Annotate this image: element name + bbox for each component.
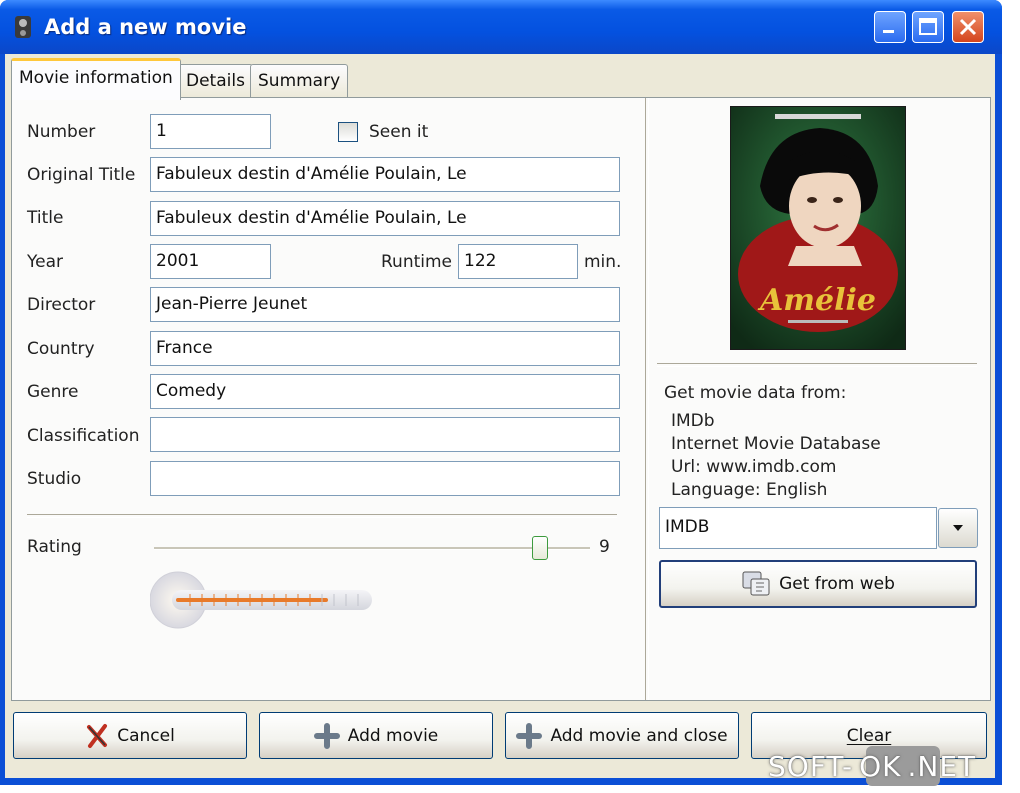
close-button[interactable]: [952, 11, 984, 43]
cancel-label: Cancel: [117, 725, 175, 746]
source-description: Internet Movie Database: [671, 434, 881, 454]
maximize-button[interactable]: [912, 11, 944, 43]
poster-title: Amélie: [757, 283, 876, 318]
rating-slider-track: [154, 547, 590, 550]
country-label: Country: [27, 339, 95, 359]
movie-poster: Amélie: [730, 106, 906, 350]
plus-icon: [516, 722, 543, 749]
get-from-web-button[interactable]: Get from web: [659, 560, 977, 608]
country-field[interactable]: France: [150, 331, 620, 366]
minimize-button[interactable]: [874, 11, 906, 43]
tab-movie-information[interactable]: Movie information: [11, 58, 181, 100]
chevron-down-icon: [953, 525, 963, 531]
original-title-field[interactable]: Fabuleux destin d'Amélie Poulain, Le: [150, 157, 620, 192]
rating-label: Rating: [27, 537, 82, 557]
genre-field[interactable]: Comedy: [150, 374, 620, 409]
rating-slider-thumb[interactable]: [532, 536, 548, 560]
movie-information-panel: Number 1 Seen it Original Title Fabuleux…: [11, 97, 991, 701]
title-bar[interactable]: Add a new movie: [0, 0, 1002, 54]
number-field[interactable]: 1: [150, 114, 271, 149]
app-window: Add a new movie Movie information Detail…: [0, 0, 1002, 785]
runtime-unit: min.: [584, 252, 622, 272]
minimize-icon: [883, 30, 894, 33]
source-select[interactable]: IMDB: [659, 507, 937, 549]
watermark-right: .NET: [907, 750, 977, 783]
watermark: SOFT- OK .NET: [768, 750, 976, 783]
director-field[interactable]: Jean-Pierre Jeunet: [150, 287, 620, 322]
source-dropdown-button[interactable]: [938, 508, 978, 548]
window-title: Add a new movie: [44, 15, 247, 39]
source-url: Url: www.imdb.com: [671, 457, 837, 477]
watermark-left: SOFT-: [768, 750, 854, 783]
cancel-x-icon: [87, 723, 108, 748]
source-name: IMDb: [671, 411, 715, 431]
original-title-label: Original Title: [27, 165, 136, 185]
runtime-label: Runtime: [381, 252, 453, 272]
title-field[interactable]: Fabuleux destin d'Amélie Poulain, Le: [150, 201, 620, 236]
tab-summary[interactable]: Summary: [250, 64, 349, 98]
form-separator: [27, 514, 617, 518]
number-label: Number: [27, 122, 96, 142]
cancel-button[interactable]: Cancel: [13, 712, 247, 759]
year-field[interactable]: 2001: [150, 244, 271, 279]
year-label: Year: [27, 252, 63, 272]
add-movie-and-close-label: Add movie and close: [550, 725, 728, 746]
dialog-body: Movie information Details Summary Number…: [5, 54, 995, 778]
studio-field[interactable]: [150, 461, 620, 496]
source-heading: Get movie data from:: [664, 383, 847, 403]
watermark-mid: OK: [859, 750, 902, 783]
studio-label: Studio: [27, 469, 82, 489]
seen-it-checkbox[interactable]: [338, 122, 358, 142]
rating-meter: [150, 571, 372, 629]
tab-details[interactable]: Details: [178, 64, 253, 98]
source-language: Language: English: [671, 480, 828, 500]
maximize-icon: [919, 18, 937, 35]
rating-value: 9: [599, 537, 610, 557]
rating-slider[interactable]: [154, 534, 590, 562]
get-from-web-label: Get from web: [779, 574, 895, 594]
plus-icon: [313, 722, 340, 749]
director-label: Director: [27, 295, 96, 315]
add-movie-and-close-button[interactable]: Add movie and close: [505, 712, 739, 759]
clear-label: Clear: [846, 725, 892, 746]
source-separator: [657, 363, 977, 367]
classification-field[interactable]: [150, 417, 620, 452]
add-movie-button[interactable]: Add movie: [259, 712, 493, 759]
close-icon: [959, 18, 977, 36]
runtime-field[interactable]: 122: [458, 244, 578, 279]
classification-label: Classification: [27, 426, 140, 446]
seen-it-label: Seen it: [369, 122, 429, 142]
add-movie-label: Add movie: [347, 725, 439, 746]
title-label: Title: [27, 208, 64, 228]
genre-label: Genre: [27, 382, 79, 402]
web-download-icon: [742, 571, 770, 596]
film-reel-icon: [15, 16, 31, 38]
panel-divider: [645, 98, 649, 700]
